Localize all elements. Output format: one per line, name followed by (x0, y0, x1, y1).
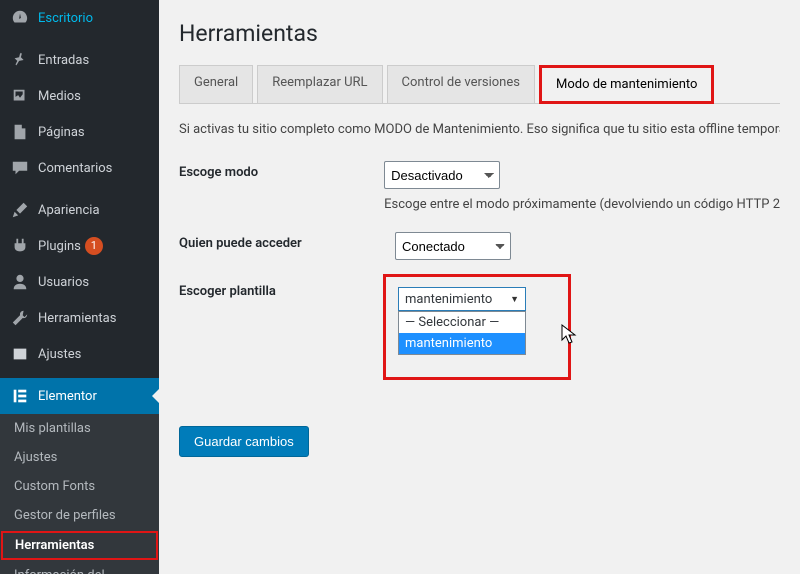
admin-sidebar: Escritorio Entradas Medios Páginas Comentari… (0, 0, 159, 574)
select-template-option[interactable]: — Seleccionar — (399, 312, 525, 333)
sidebar-item-plugins[interactable]: Plugins 1 (0, 228, 159, 264)
sidebar-item-label: Comentarios (38, 161, 112, 176)
tab-reemplazar-url[interactable]: Reemplazar URL (257, 65, 382, 104)
select-template-value: mantenimiento (405, 292, 492, 307)
settings-icon (10, 344, 30, 364)
dashboard-icon (10, 8, 30, 28)
wrench-icon (10, 308, 30, 328)
sidebar-item-label: Escritorio (38, 11, 93, 26)
label-access: Quien puede acceder (179, 232, 395, 251)
sidebar-item-label: Apariencia (38, 203, 100, 218)
sidebar-item-escritorio[interactable]: Escritorio (0, 0, 159, 36)
tab-bar: GeneralReemplazar URLControl de versione… (179, 65, 780, 104)
chevron-down-icon: ▼ (510, 294, 519, 305)
select-template-dropdown: — Seleccionar —mantenimiento (398, 311, 526, 355)
select-template-option[interactable]: mantenimiento (399, 333, 525, 354)
label-mode: Escoge modo (179, 161, 384, 180)
tab-modo-de-mantenimiento[interactable]: Modo de mantenimiento (539, 65, 715, 104)
user-icon (10, 272, 30, 292)
pin-icon (10, 50, 30, 70)
sidebar-submenu: Mis plantillasAjustesCustom FontsGestor … (0, 414, 159, 574)
field-row-template: Escoger plantilla mantenimiento ▼ — Sele… (179, 280, 780, 380)
sidebar-item-label: Ajustes (38, 347, 81, 362)
sidebar-item-comentarios[interactable]: Comentarios (0, 150, 159, 186)
tab-general[interactable]: General (179, 65, 253, 104)
sidebar-item-label: Usuarios (38, 275, 89, 290)
label-template: Escoger plantilla (179, 280, 395, 299)
sidebar-item-entradas[interactable]: Entradas (0, 42, 159, 78)
brush-icon (10, 200, 30, 220)
sidebar-item-label: Páginas (38, 125, 85, 140)
page-title: Herramientas (179, 20, 780, 47)
sidebar-item-medios[interactable]: Medios (0, 78, 159, 114)
tab-description: Si activas tu sitio completo como MODO d… (179, 122, 780, 137)
sidebar-item-label: Elementor (38, 389, 97, 404)
field-row-access: Quien puede acceder Conectado (179, 232, 780, 260)
sidebar-item-label: Plugins (38, 239, 81, 254)
sidebar-item-usuarios[interactable]: Usuarios (0, 264, 159, 300)
sidebar-sub-gestor-de-perfiles[interactable]: Gestor de perfiles (0, 501, 159, 530)
sidebar-item-ajustes[interactable]: Ajustes (0, 336, 159, 372)
select-mode[interactable]: Desactivado (384, 161, 500, 189)
sidebar-sub-custom-fonts[interactable]: Custom Fonts (0, 472, 159, 501)
sidebar-sub-mis-plantillas[interactable]: Mis plantillas (0, 414, 159, 443)
plugin-icon (10, 236, 30, 256)
media-icon (10, 86, 30, 106)
sidebar-item-label: Medios (38, 89, 81, 104)
sidebar-item-label: Herramientas (38, 311, 116, 326)
sidebar-sub-ajustes[interactable]: Ajustes (0, 443, 159, 472)
sidebar-item-páginas[interactable]: Páginas (0, 114, 159, 150)
sidebar-item-elementor[interactable]: Elementor (0, 378, 159, 414)
help-mode: Escoge entre el modo próximamente (devol… (384, 197, 780, 212)
main-content: Herramientas GeneralReemplazar URLContro… (159, 0, 800, 574)
sidebar-sub-información-del[interactable]: Información del (0, 561, 159, 574)
elementor-icon (10, 386, 30, 406)
page-icon (10, 122, 30, 142)
tab-control-de-versiones[interactable]: Control de versiones (387, 65, 535, 104)
sidebar-item-apariencia[interactable]: Apariencia (0, 192, 159, 228)
select-access[interactable]: Conectado (395, 232, 511, 260)
sidebar-item-label: Entradas (38, 53, 89, 68)
highlight-box-template: mantenimiento ▼ — Seleccionar —mantenimi… (383, 274, 571, 380)
sidebar-item-herramientas[interactable]: Herramientas (0, 300, 159, 336)
comment-icon (10, 158, 30, 178)
field-row-mode: Escoge modo Desactivado Escoge entre el … (179, 161, 780, 212)
update-badge: 1 (85, 237, 103, 255)
sidebar-sub-herramientas[interactable]: Herramientas (1, 531, 158, 560)
save-button[interactable]: Guardar cambios (179, 426, 309, 457)
select-template[interactable]: mantenimiento ▼ — Seleccionar —mantenimi… (398, 287, 526, 355)
